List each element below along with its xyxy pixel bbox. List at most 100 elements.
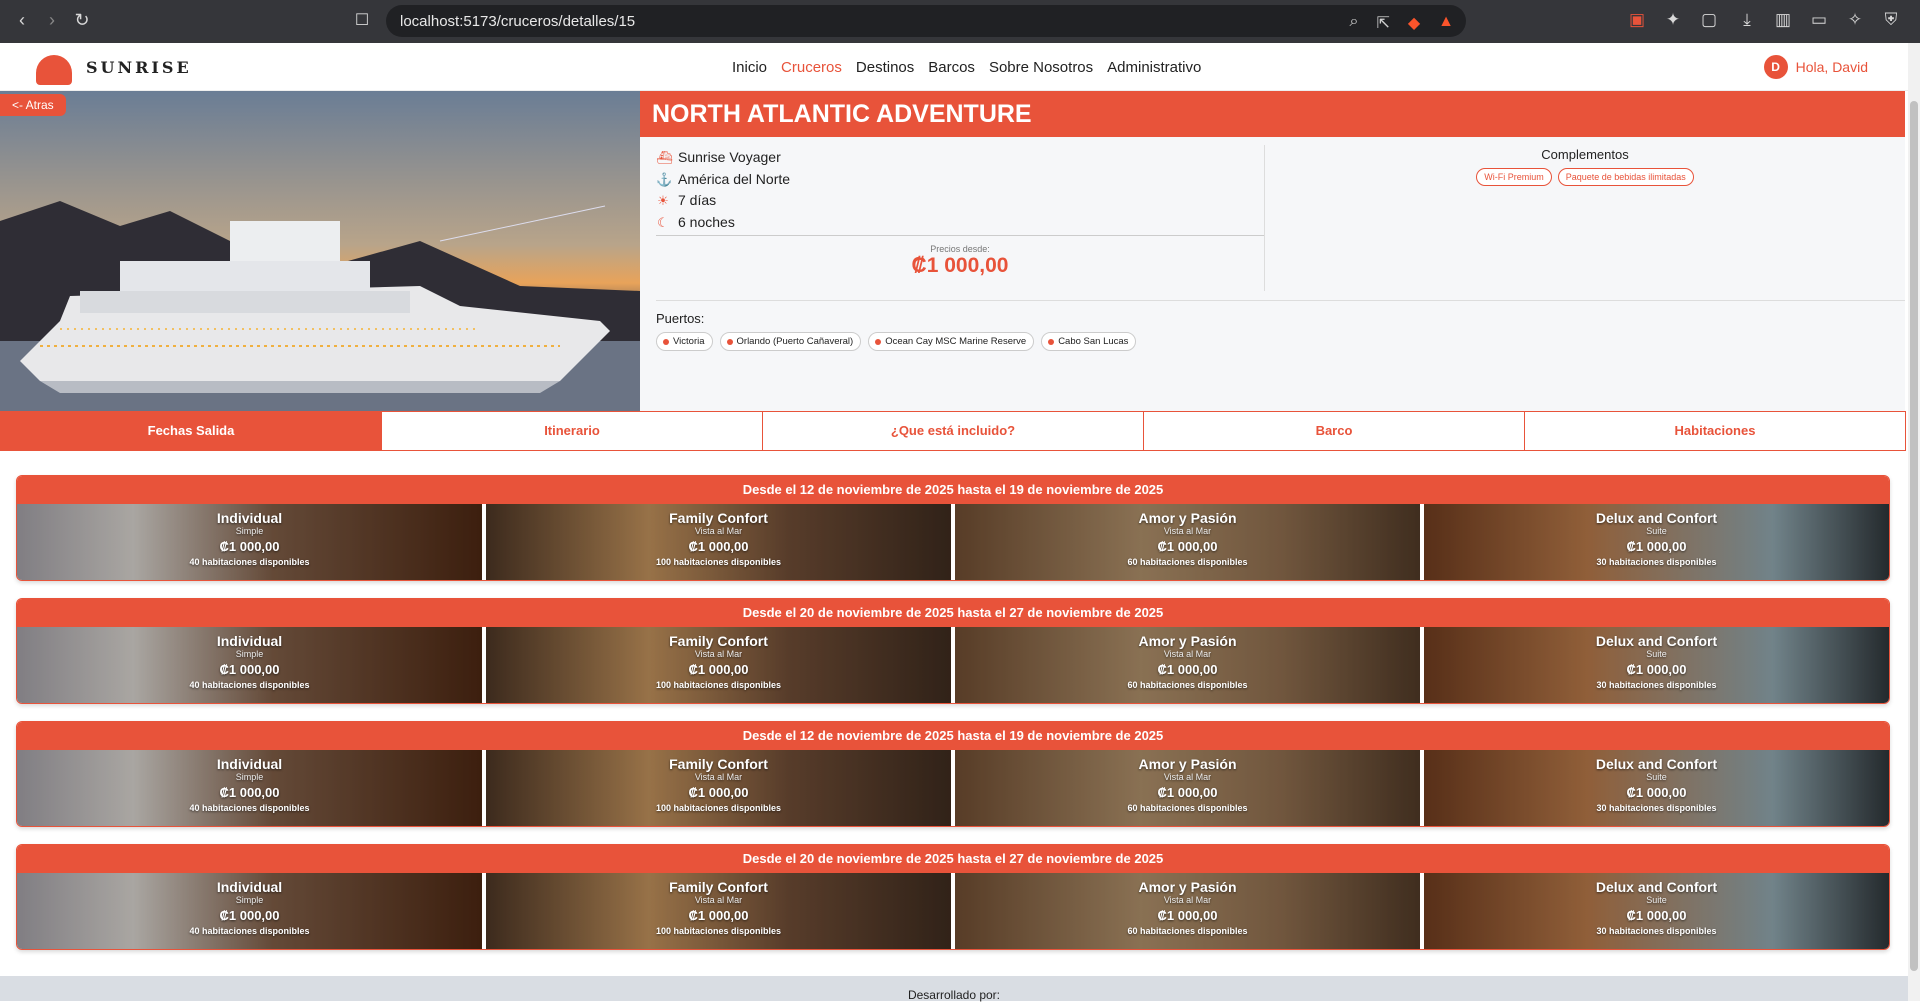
back-button[interactable]: <- Atras: [0, 94, 66, 116]
avatar[interactable]: D: [1763, 55, 1788, 79]
url-text[interactable]: localhost:5173/cruceros/detalles/15: [400, 13, 635, 30]
room-name: Family Confort: [669, 879, 768, 895]
nav-barcos[interactable]: Barcos: [928, 59, 975, 76]
nav-inicio[interactable]: Inicio: [732, 59, 767, 76]
room-name: Individual: [216, 510, 283, 526]
room-card[interactable]: Family Confort Vista al Mar ₡1 000,00 100 h…: [486, 873, 951, 949]
forward-arrow-icon[interactable]: ›: [38, 10, 66, 31]
room-card[interactable]: Amor y Pasión Vista al Mar ₡1 000,00 60 hab…: [955, 750, 1420, 826]
port-name: Ocean Cay MSC Marine Reserve: [885, 336, 1027, 347]
room-type: Suite: [1646, 526, 1667, 536]
tab-itinerario[interactable]: Itinerario: [382, 412, 763, 450]
room-availability: 100 habitaciones disponibles: [655, 926, 782, 936]
nav-destinos[interactable]: Destinos: [856, 59, 914, 76]
departure-group: Desde el 12 de noviembre de 2025 hasta e…: [16, 721, 1890, 827]
room-availability: 100 habitaciones disponibles: [655, 557, 782, 567]
days: 7 días: [678, 192, 717, 208]
room-price: ₡1 000,00: [1157, 785, 1218, 800]
menu-icon[interactable]: ≡: [1916, 10, 1920, 30]
room-card[interactable]: Delux and Confort Suite ₡1 000,00 30 habita…: [1424, 750, 1889, 826]
tab-habitaciones[interactable]: Habitaciones: [1525, 412, 1905, 450]
screenshot-icon[interactable]: ▢: [1698, 10, 1720, 30]
user-menu[interactable]: D Hola, David: [1763, 55, 1868, 79]
brave-shield-icon[interactable]: ◆: [1408, 13, 1420, 33]
room-type: Suite: [1646, 772, 1667, 782]
dot-icon: [875, 338, 882, 345]
room-card[interactable]: Delux and Confort Suite ₡1 000,00 30 habita…: [1424, 504, 1889, 580]
room-card[interactable]: Family Confort Vista al Mar ₡1 000,00 100 h…: [486, 504, 951, 580]
zoom-icon[interactable]: ⌕: [1349, 13, 1358, 33]
room-card[interactable]: Family Confort Vista al Mar ₡1 000,00 100 h…: [486, 750, 951, 826]
departure-dates: Desde el 20 de noviembre de 2025 hasta e…: [17, 599, 1889, 627]
extension-icon[interactable]: ▣: [1626, 10, 1648, 30]
room-availability: 30 habitaciones disponibles: [1596, 557, 1717, 567]
room-card[interactable]: Individual Simple ₡1 000,00 40 habitaciones…: [17, 873, 482, 949]
sidebar-icon[interactable]: ▥: [1772, 10, 1794, 30]
user-greeting[interactable]: Hola, David: [1796, 59, 1868, 75]
room-card[interactable]: Family Confort Vista al Mar ₡1 000,00 100 h…: [486, 627, 951, 703]
tab-fechas-salida[interactable]: Fechas Salida: [1, 412, 382, 450]
room-price: ₡1 000,00: [688, 539, 749, 554]
tab-incluido[interactable]: ¿Que está incluido?: [763, 412, 1144, 450]
room-name: Amor y Pasión: [1138, 510, 1237, 526]
logo-text: SUNRISE: [86, 57, 192, 77]
departure-dates: Desde el 12 de noviembre de 2025 hasta e…: [17, 476, 1889, 504]
leo-ai-icon[interactable]: ✧: [1844, 10, 1866, 30]
room-type: Vista al Mar: [694, 895, 743, 905]
room-price: ₡1 000,00: [1626, 908, 1687, 923]
room-card[interactable]: Delux and Confort Suite ₡1 000,00 30 habita…: [1424, 873, 1889, 949]
room-card[interactable]: Individual Simple ₡1 000,00 40 habitaciones…: [17, 627, 482, 703]
complements: Complementos Wi-Fi Premium Paquete de be…: [1265, 147, 1905, 186]
dot-icon: [1048, 338, 1055, 345]
price-value: ₡1 000,00: [911, 254, 1009, 277]
room-card[interactable]: Individual Simple ₡1 000,00 40 habitaciones…: [17, 504, 482, 580]
reload-icon[interactable]: ↻: [68, 10, 96, 31]
scrollbar[interactable]: [1908, 43, 1920, 1001]
room-availability: 40 habitaciones disponibles: [189, 926, 310, 936]
extensions-puzzle-icon[interactable]: ✦: [1662, 10, 1684, 30]
room-name: Individual: [216, 879, 283, 895]
room-price: ₡1 000,00: [688, 908, 749, 923]
room-type: Simple: [235, 526, 264, 536]
room-type: Suite: [1646, 895, 1667, 905]
vpn-icon[interactable]: ⛨: [1880, 10, 1902, 30]
room-type: Suite: [1646, 649, 1667, 659]
moon-icon: ☾: [657, 214, 669, 230]
room-card[interactable]: Delux and Confort Suite ₡1 000,00 30 habita…: [1424, 627, 1889, 703]
nav-cruceros[interactable]: Cruceros: [781, 59, 842, 76]
wallet-icon[interactable]: ▭: [1808, 10, 1830, 30]
room-price: ₡1 000,00: [1626, 785, 1687, 800]
sun-logo-icon: [28, 49, 80, 85]
tab-barco[interactable]: Barco: [1144, 412, 1525, 450]
logo[interactable]: SUNRISE: [28, 49, 192, 85]
divider: [656, 300, 1905, 301]
anchor-icon: ⚓: [656, 171, 673, 187]
cruise-title: NORTH ATLANTIC ADVENTURE: [640, 91, 1905, 137]
room-availability: 40 habitaciones disponibles: [189, 803, 310, 813]
brave-rewards-icon[interactable]: ▲: [1438, 13, 1454, 33]
room-card[interactable]: Amor y Pasión Vista al Mar ₡1 000,00 60 hab…: [955, 504, 1420, 580]
cruise-specs: ⛴ Sunrise Voyager ⚓ América del Norte ☀ 7 d…: [656, 147, 790, 233]
room-type: Vista al Mar: [694, 526, 743, 536]
departure-group: Desde el 12 de noviembre de 2025 hasta e…: [16, 475, 1890, 581]
room-availability: 30 habitaciones disponibles: [1596, 803, 1717, 813]
room-price: ₡1 000,00: [1626, 662, 1687, 677]
share-icon[interactable]: ⇱: [1376, 13, 1389, 33]
bookmark-icon[interactable]: ☐: [348, 10, 376, 30]
room-card[interactable]: Amor y Pasión Vista al Mar ₡1 000,00 60 hab…: [955, 627, 1420, 703]
scrollbar-thumb[interactable]: [1910, 101, 1918, 971]
price-label: Precios desde:: [930, 244, 990, 254]
port-name: Cabo San Lucas: [1058, 336, 1129, 347]
divider: [656, 235, 1264, 236]
download-icon[interactable]: ⤓: [1736, 10, 1758, 30]
back-arrow-icon[interactable]: ‹: [8, 10, 36, 31]
room-availability: 30 habitaciones disponibles: [1596, 926, 1717, 936]
room-card[interactable]: Individual Simple ₡1 000,00 40 habitaciones…: [17, 750, 482, 826]
room-price: ₡1 000,00: [219, 785, 280, 800]
nav-sobre-nosotros[interactable]: Sobre Nosotros: [989, 59, 1093, 76]
room-card[interactable]: Amor y Pasión Vista al Mar ₡1 000,00 60 hab…: [955, 873, 1420, 949]
room-availability: 60 habitaciones disponibles: [1127, 557, 1248, 567]
room-price: ₡1 000,00: [688, 785, 749, 800]
address-bar[interactable]: i localhost:5173/cruceros/detalles/15 ⌕ …: [386, 5, 1466, 158]
nav-administrativo[interactable]: Administrativo: [1107, 59, 1201, 76]
